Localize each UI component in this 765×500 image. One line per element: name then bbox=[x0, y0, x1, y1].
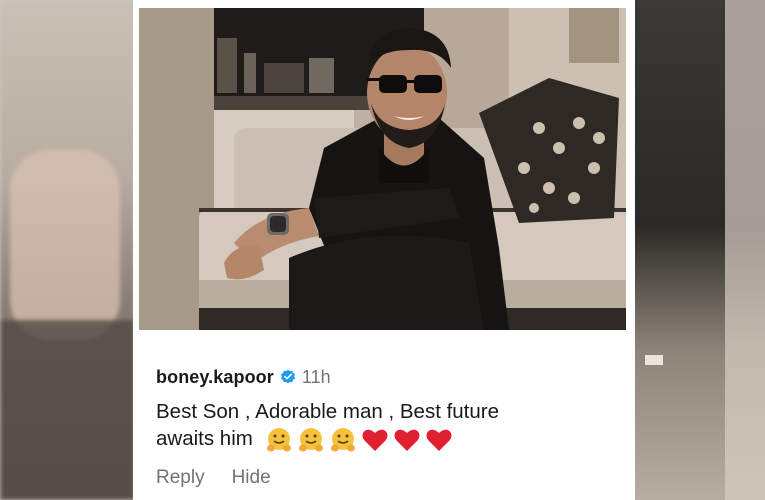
hugging-face-emoji bbox=[329, 427, 359, 453]
comment-header: boney.kapoor 11h bbox=[156, 366, 626, 388]
hugging-face-emoji bbox=[297, 427, 327, 453]
emoji-row bbox=[265, 427, 455, 453]
post-photo bbox=[139, 8, 626, 330]
red-heart-emoji bbox=[425, 427, 455, 453]
background-right-blur bbox=[625, 0, 765, 500]
reply-button[interactable]: Reply bbox=[156, 467, 205, 489]
post-photo-image bbox=[139, 8, 626, 330]
hide-button[interactable]: Hide bbox=[232, 467, 271, 489]
comment-text: Best Son , Adorable man , Best future aw… bbox=[156, 398, 556, 453]
background-left-blur bbox=[0, 0, 135, 500]
verified-badge-icon bbox=[280, 369, 296, 385]
comment: boney.kapoor 11h Best Son , Adorable man… bbox=[156, 366, 626, 489]
red-heart-emoji bbox=[393, 427, 423, 453]
comment-username[interactable]: boney.kapoor bbox=[156, 367, 274, 388]
red-heart-emoji bbox=[361, 427, 391, 453]
post-card: boney.kapoor 11h Best Son , Adorable man… bbox=[133, 0, 635, 500]
comment-actions: Reply Hide bbox=[156, 467, 626, 489]
comment-text-line1: Best Son , Adorable man , Best future bbox=[156, 400, 500, 423]
comment-text-line2: awaits him bbox=[156, 427, 253, 450]
hugging-face-emoji bbox=[265, 427, 295, 453]
comment-timestamp: 11h bbox=[301, 366, 331, 387]
